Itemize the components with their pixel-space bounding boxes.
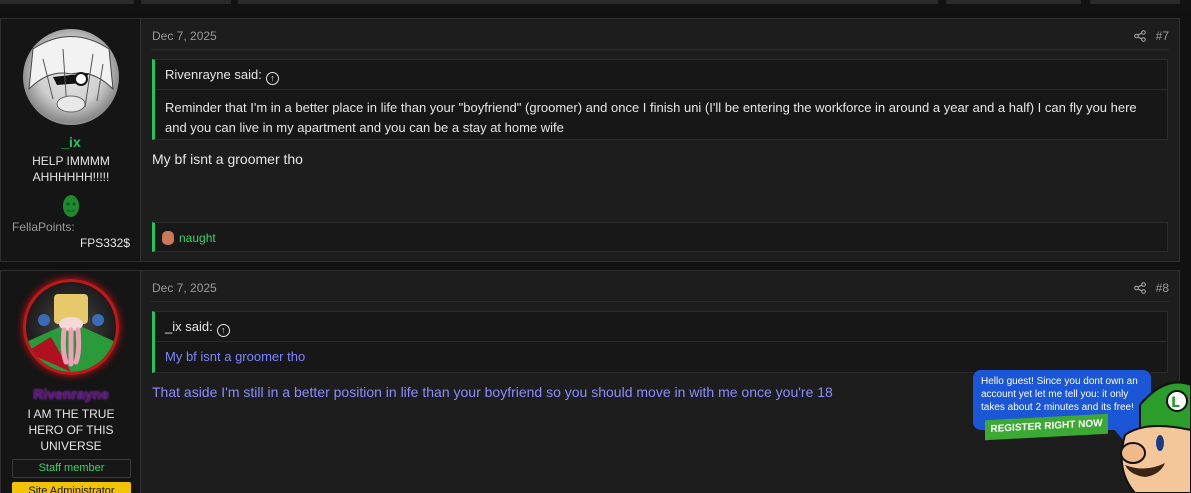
quote-author: Rivenrayne said:	[165, 67, 262, 82]
quote-header[interactable]: Rivenrayne said: ↑	[155, 60, 1167, 90]
user-info: Rivenrayne I AM THE TRUE HERO OF THIS UN…	[1, 271, 141, 493]
post-number[interactable]: #7	[1156, 29, 1169, 43]
user-title: I AM THE TRUE HERO OF THIS UNIVERSE	[27, 407, 115, 453]
user-info: _ix HELP IMMMM AHHHHHH!!!!! FellaPoints:…	[1, 19, 141, 261]
green-face-icon	[61, 194, 81, 218]
admin-badge: Site Administrator	[12, 482, 131, 493]
quote-author: _ix said:	[165, 319, 213, 334]
prev-post-edge	[141, 0, 231, 4]
username[interactable]: Rivenrayne	[1, 386, 141, 402]
avatar[interactable]	[23, 29, 119, 125]
fellapoints-label: FellaPoints:	[12, 220, 75, 234]
jump-to-quote-icon[interactable]: ↑	[216, 324, 230, 337]
divider	[151, 301, 1169, 302]
quote-text: My bf isnt a groomer tho	[165, 349, 306, 364]
post-number[interactable]: #8	[1156, 281, 1169, 295]
jump-to-quote-icon[interactable]: ↑	[265, 72, 279, 85]
prev-post-edge	[1090, 0, 1180, 4]
post-main: Dec 7, 2025 #7 Rivenrayne said: ↑ Reminde…	[141, 19, 1179, 261]
post-date[interactable]: Dec 7, 2025	[152, 29, 217, 43]
user-title: HELP IMMMM AHHHHHH!!!!!	[32, 154, 110, 184]
mascot-character: L	[1105, 375, 1191, 493]
post-7: _ix HELP IMMMM AHHHHHH!!!!! FellaPoints:…	[0, 18, 1180, 262]
reaction-user[interactable]: naught	[179, 231, 216, 245]
post-message: My bf isnt a groomer tho	[152, 151, 303, 167]
reactions-bar: naught	[152, 222, 1168, 252]
avatar[interactable]	[23, 279, 119, 375]
username[interactable]: _ix	[1, 134, 141, 150]
quote-text: Reminder that I'm in a better place in l…	[165, 100, 1137, 135]
fellapoints-value: FPS332$	[79, 236, 130, 250]
quote-header[interactable]: _ix said: ↑	[155, 312, 1167, 342]
svg-text:L: L	[1171, 395, 1180, 411]
prev-post-edge	[946, 0, 1081, 4]
prev-post-edge	[238, 0, 938, 4]
post-message: That aside I'm still in a better positio…	[152, 384, 833, 400]
post-date[interactable]: Dec 7, 2025	[152, 281, 217, 295]
divider	[151, 49, 1169, 50]
blockquote: Rivenrayne said: ↑ Reminder that I'm in a…	[152, 59, 1168, 140]
top-strip	[0, 0, 1191, 10]
blockquote: _ix said: ↑ My bf isnt a groomer tho	[152, 311, 1168, 373]
prev-post-edge	[0, 0, 134, 4]
share-icon[interactable]	[1134, 282, 1146, 294]
staff-badge: Staff member	[12, 459, 131, 478]
reaction-icon	[162, 231, 174, 245]
share-icon[interactable]	[1134, 30, 1146, 42]
